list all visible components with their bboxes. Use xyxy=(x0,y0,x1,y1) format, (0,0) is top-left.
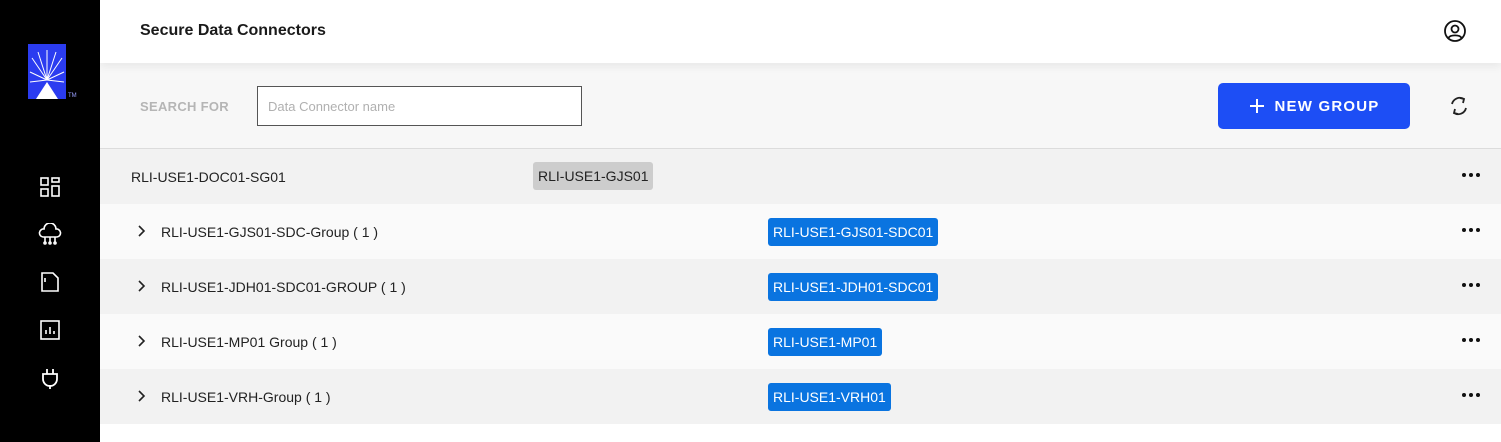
group-name: RLI-USE1-GJS01-SDC-Group ( 1 ) xyxy=(161,224,379,240)
row-actions-menu[interactable] xyxy=(1461,223,1481,237)
search-input[interactable] xyxy=(257,86,582,126)
row-actions-menu[interactable] xyxy=(1461,388,1481,402)
refresh-icon xyxy=(1451,96,1467,116)
sidebar-item-documents[interactable] xyxy=(38,270,62,294)
chevron-right-icon xyxy=(138,390,146,402)
cloud-network-icon xyxy=(38,223,62,245)
company-logo[interactable] xyxy=(28,44,66,99)
expand-row-toggle[interactable] xyxy=(135,224,147,238)
group-name: RLI-USE1-MP01 Group ( 1 ) xyxy=(161,334,337,350)
user-account-button[interactable] xyxy=(1443,19,1467,43)
more-horizontal-icon xyxy=(1462,393,1480,397)
search-toolbar: SEARCH FOR NEW GROUP xyxy=(100,63,1501,149)
page-header: Secure Data Connectors xyxy=(100,0,1501,63)
sidebar-item-connectors[interactable] xyxy=(38,222,62,246)
group-row-1[interactable]: RLI-USE1-GJS01-SDC-Group ( 1 ) RLI-USE1-… xyxy=(100,204,1501,259)
row-actions-menu[interactable] xyxy=(1461,333,1481,347)
main-content: Secure Data Connectors SEARCH FOR NEW GR… xyxy=(100,0,1501,442)
row-actions-menu[interactable] xyxy=(1461,168,1481,182)
report-chart-icon xyxy=(40,320,60,340)
dashboard-icon xyxy=(40,177,60,197)
new-group-label: NEW GROUP xyxy=(1274,97,1380,115)
refresh-button[interactable] xyxy=(1447,94,1471,118)
sidebar: TM xyxy=(0,0,100,442)
new-group-button[interactable]: NEW GROUP xyxy=(1218,83,1410,129)
connector-tag[interactable]: RLI-USE1-JDH01-SDC01 xyxy=(768,273,939,301)
user-profile-icon xyxy=(1444,20,1466,42)
plug-icon xyxy=(42,369,58,389)
connector-tag: RLI-USE1-GJS01 xyxy=(533,162,654,190)
group-name: RLI-USE1-VRH-Group ( 1 ) xyxy=(161,389,331,405)
connector-tag[interactable]: RLI-USE1-MP01 xyxy=(768,328,883,356)
expand-row-toggle[interactable] xyxy=(135,334,147,348)
group-row-3[interactable]: RLI-USE1-MP01 Group ( 1 ) RLI-USE1-MP01 xyxy=(100,314,1501,369)
expand-row-toggle[interactable] xyxy=(135,389,147,403)
more-horizontal-icon xyxy=(1462,338,1480,342)
sidebar-item-dashboard[interactable] xyxy=(38,175,62,199)
more-horizontal-icon xyxy=(1462,173,1480,177)
group-row-0[interactable]: RLI-USE1-DOC01-SG01 RLI-USE1-GJS01 xyxy=(100,149,1501,204)
group-name: RLI-USE1-JDH01-SDC01-GROUP ( 1 ) xyxy=(161,279,406,295)
chevron-right-icon xyxy=(138,335,146,347)
row-actions-menu[interactable] xyxy=(1461,278,1481,292)
search-label: SEARCH FOR xyxy=(140,99,229,114)
chevron-right-icon xyxy=(138,225,146,237)
connector-tag[interactable]: RLI-USE1-VRH01 xyxy=(768,383,891,411)
trademark-mark: TM xyxy=(68,93,77,99)
document-icon xyxy=(41,272,59,292)
more-horizontal-icon xyxy=(1462,228,1480,232)
sidebar-item-integrations[interactable] xyxy=(38,367,62,391)
more-horizontal-icon xyxy=(1462,283,1480,287)
connector-tag[interactable]: RLI-USE1-GJS01-SDC01 xyxy=(768,218,939,246)
expand-row-toggle[interactable] xyxy=(135,279,147,293)
group-row-2[interactable]: RLI-USE1-JDH01-SDC01-GROUP ( 1 ) RLI-USE… xyxy=(100,259,1501,314)
chevron-right-icon xyxy=(138,280,146,292)
group-row-4[interactable]: RLI-USE1-VRH-Group ( 1 ) RLI-USE1-VRH01 xyxy=(100,369,1501,424)
sidebar-item-reports[interactable] xyxy=(38,318,62,342)
group-name: RLI-USE1-DOC01-SG01 xyxy=(131,169,286,185)
page-title: Secure Data Connectors xyxy=(140,22,326,39)
plus-icon xyxy=(1249,99,1264,113)
